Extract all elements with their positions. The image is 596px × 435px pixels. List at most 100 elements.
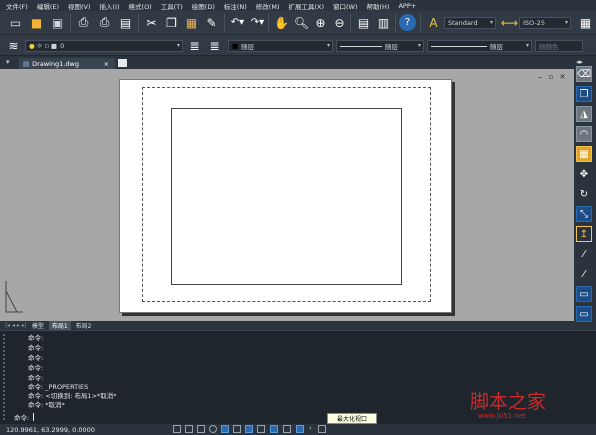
trim-icon[interactable]: ⁄: [576, 246, 592, 262]
zoom-realtime-icon[interactable]: 🔍︎: [292, 13, 311, 32]
layers-toolbar: ≋ ● ☼ ▫ ■ 0 ▾ ≣ ≣ ■ 随层 ▾ 随层 ▾ 随层 ▾ 随颜色: [0, 35, 596, 56]
tab-model[interactable]: 模型: [32, 321, 44, 330]
tab-nav-arrows-icon[interactable]: |◂ ◂ ▸ ▸|: [5, 322, 27, 329]
erase-icon[interactable]: ⌫: [576, 66, 592, 82]
offset-icon[interactable]: ◠: [576, 126, 592, 142]
layer-previous-icon[interactable]: ≣: [205, 36, 224, 55]
lock-icon: ▫: [44, 42, 49, 50]
menu-insert[interactable]: 插入(I): [100, 1, 120, 11]
plot-preview-icon[interactable]: ⎙: [95, 13, 114, 32]
mirror-icon[interactable]: ◮: [576, 106, 592, 122]
menu-tools[interactable]: 工具(T): [161, 1, 183, 11]
save-icon[interactable]: ▣: [48, 13, 67, 32]
menu-modify[interactable]: 修改(M): [256, 1, 280, 11]
command-history-line: 命令:: [28, 334, 44, 342]
scale-icon[interactable]: ⤡: [576, 206, 592, 222]
color-swatch-icon: ■: [232, 42, 239, 50]
lineweight-toggle-icon[interactable]: [270, 425, 278, 433]
new-tab-icon[interactable]: [118, 59, 127, 67]
text-style-icon[interactable]: A: [424, 13, 443, 32]
menu-help[interactable]: 帮助(H): [367, 1, 390, 11]
dimension-style-value: ISO-25: [523, 19, 545, 27]
menu-format[interactable]: 格式(O): [129, 1, 152, 11]
print-icon[interactable]: ⎙: [74, 13, 93, 32]
toolbar-divider: [138, 14, 139, 32]
design-center-icon[interactable]: ▥: [374, 13, 393, 32]
menu-window[interactable]: 窗口(W): [333, 1, 358, 11]
command-history-line: 命令:: [28, 364, 44, 372]
document-tab[interactable]: ▤ Drawing1.dwg ×: [19, 58, 115, 69]
join-icon[interactable]: ▭: [576, 306, 592, 322]
paper-model-toggle-icon[interactable]: [318, 425, 326, 433]
ducs-toggle-icon[interactable]: [245, 425, 253, 433]
tab-menu-icon[interactable]: ▾: [6, 58, 10, 66]
dimension-style-icon[interactable]: ⟷: [500, 13, 519, 32]
plotstyle-select[interactable]: 随颜色: [535, 40, 583, 52]
break-icon[interactable]: ▭: [576, 286, 592, 302]
zoom-previous-icon[interactable]: ⊖: [330, 13, 349, 32]
linetype-select[interactable]: 随层 ▾: [336, 40, 424, 52]
ortho-toggle-icon[interactable]: [197, 425, 205, 433]
match-properties-icon[interactable]: ✎: [202, 13, 221, 32]
standard-toolbar: ▭ ■ ▣ ⎙ ⎙ ▤ ✂ ❐ ▦ ✎ ↶▾ ↷▾ ✋ 🔍︎ ⊕ ⊖ ▤ ▥ ?…: [0, 11, 596, 35]
layer-manager-icon[interactable]: ≋: [4, 36, 23, 55]
open-folder-icon[interactable]: ■: [27, 13, 46, 32]
menu-file[interactable]: 文件(F): [6, 1, 28, 11]
chevron-down-icon: ▾: [489, 19, 493, 26]
tpy-toggle-icon[interactable]: [283, 425, 291, 433]
publish-icon[interactable]: ▤: [116, 13, 135, 32]
menu-edit[interactable]: 编辑(E): [37, 1, 59, 11]
properties-icon[interactable]: ▤: [354, 13, 373, 32]
bulb-icon: ●: [29, 42, 35, 50]
copy-icon[interactable]: ❐: [162, 13, 181, 32]
table-style-icon[interactable]: ▦: [576, 13, 595, 32]
extend-icon[interactable]: ⁄: [576, 266, 592, 282]
cut-icon[interactable]: ✂: [142, 13, 161, 32]
dyn-toggle-icon[interactable]: [257, 425, 265, 433]
snap-toggle-icon[interactable]: [173, 425, 181, 433]
sun-icon: ☼: [36, 42, 43, 50]
stretch-icon[interactable]: ↥: [576, 226, 592, 242]
menu-draw[interactable]: 绘图(D): [192, 1, 215, 11]
qp-toggle-icon[interactable]: [296, 425, 304, 433]
move-icon[interactable]: ✥: [576, 166, 592, 182]
tab-layout1[interactable]: 布局1: [48, 321, 71, 330]
paste-icon[interactable]: ▦: [182, 13, 201, 32]
palette-arrows-icon[interactable]: ◂▸: [576, 58, 583, 66]
undo-icon[interactable]: ↶▾: [228, 13, 247, 32]
lineweight-select[interactable]: 随层 ▾: [427, 40, 532, 52]
menu-view[interactable]: 视图(V): [68, 1, 91, 11]
watermark-url: www.jb51.net: [478, 412, 526, 420]
chevron-left-icon[interactable]: ‹: [309, 424, 317, 432]
dimension-style-select[interactable]: ISO-25 ▾: [519, 17, 571, 29]
window-controls[interactable]: ‒ ▫ ✕: [538, 73, 568, 81]
tab-layout2[interactable]: 布局2: [76, 321, 92, 330]
toolbar-divider: [224, 14, 225, 32]
grid-toggle-icon[interactable]: [185, 425, 193, 433]
close-tab-icon[interactable]: ×: [104, 60, 109, 68]
osnap-toggle-icon[interactable]: [221, 425, 229, 433]
array-icon[interactable]: ▦: [576, 146, 592, 162]
polar-toggle-icon[interactable]: [209, 425, 217, 433]
color-select[interactable]: ■ 随层 ▾: [228, 40, 333, 52]
make-current-layer-icon[interactable]: ≣: [185, 36, 204, 55]
menu-dimension[interactable]: 标注(N): [224, 1, 247, 11]
text-cursor: [33, 412, 35, 421]
watermark-logo: 脚本之家: [470, 391, 547, 413]
toolbar-divider: [268, 14, 269, 32]
otrack-toggle-icon[interactable]: [233, 425, 241, 433]
menu-express-tools[interactable]: 扩展工具(X): [288, 1, 324, 11]
help-icon[interactable]: ?: [399, 14, 416, 31]
rotate-icon[interactable]: ↻: [576, 186, 592, 202]
layer-select[interactable]: ● ☼ ▫ ■ 0 ▾: [25, 40, 183, 52]
copy-object-icon[interactable]: ❐: [576, 86, 592, 102]
redo-icon[interactable]: ↷▾: [248, 13, 267, 32]
pan-icon[interactable]: ✋: [272, 13, 291, 32]
layout-tab-bar: |◂ ◂ ▸ ▸| 模型 布局1 布局2: [0, 321, 574, 330]
layout-viewport[interactable]: [171, 108, 402, 285]
text-style-select[interactable]: Standard ▾: [444, 17, 496, 29]
zoom-window-icon[interactable]: ⊕: [311, 13, 330, 32]
new-file-icon[interactable]: ▭: [6, 13, 25, 32]
menu-app[interactable]: APP+: [398, 2, 416, 10]
command-grip[interactable]: [3, 334, 11, 420]
